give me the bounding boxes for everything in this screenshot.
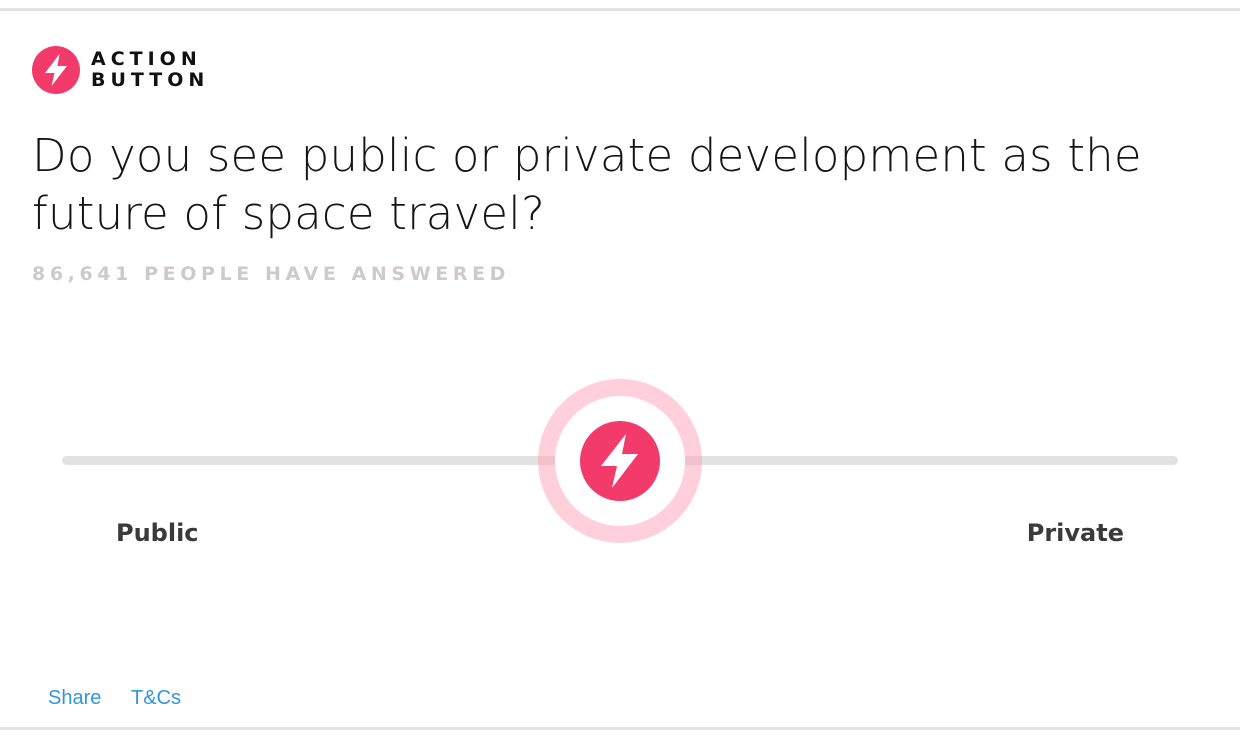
lightning-bolt-icon bbox=[580, 421, 660, 501]
terms-link[interactable]: T&Cs bbox=[131, 687, 181, 710]
brand-logo: ACTION BUTTON bbox=[32, 46, 209, 94]
slider-label-private: Private bbox=[1026, 519, 1124, 547]
share-link[interactable]: Share bbox=[48, 687, 101, 710]
poll-widget: ACTION BUTTON Do you see public or priva… bbox=[0, 8, 1240, 730]
slider-label-public: Public bbox=[116, 519, 199, 547]
brand-line-1: ACTION bbox=[91, 48, 202, 70]
answer-count: 86,641 PEOPLE HAVE ANSWERED bbox=[32, 263, 511, 285]
brand-line-2: BUTTON bbox=[91, 69, 210, 91]
poll-question: Do you see public or private development… bbox=[32, 129, 1142, 240]
lightning-bolt-icon bbox=[32, 46, 80, 94]
brand-wordmark: ACTION BUTTON bbox=[91, 49, 209, 91]
slider-handle[interactable] bbox=[538, 379, 702, 543]
